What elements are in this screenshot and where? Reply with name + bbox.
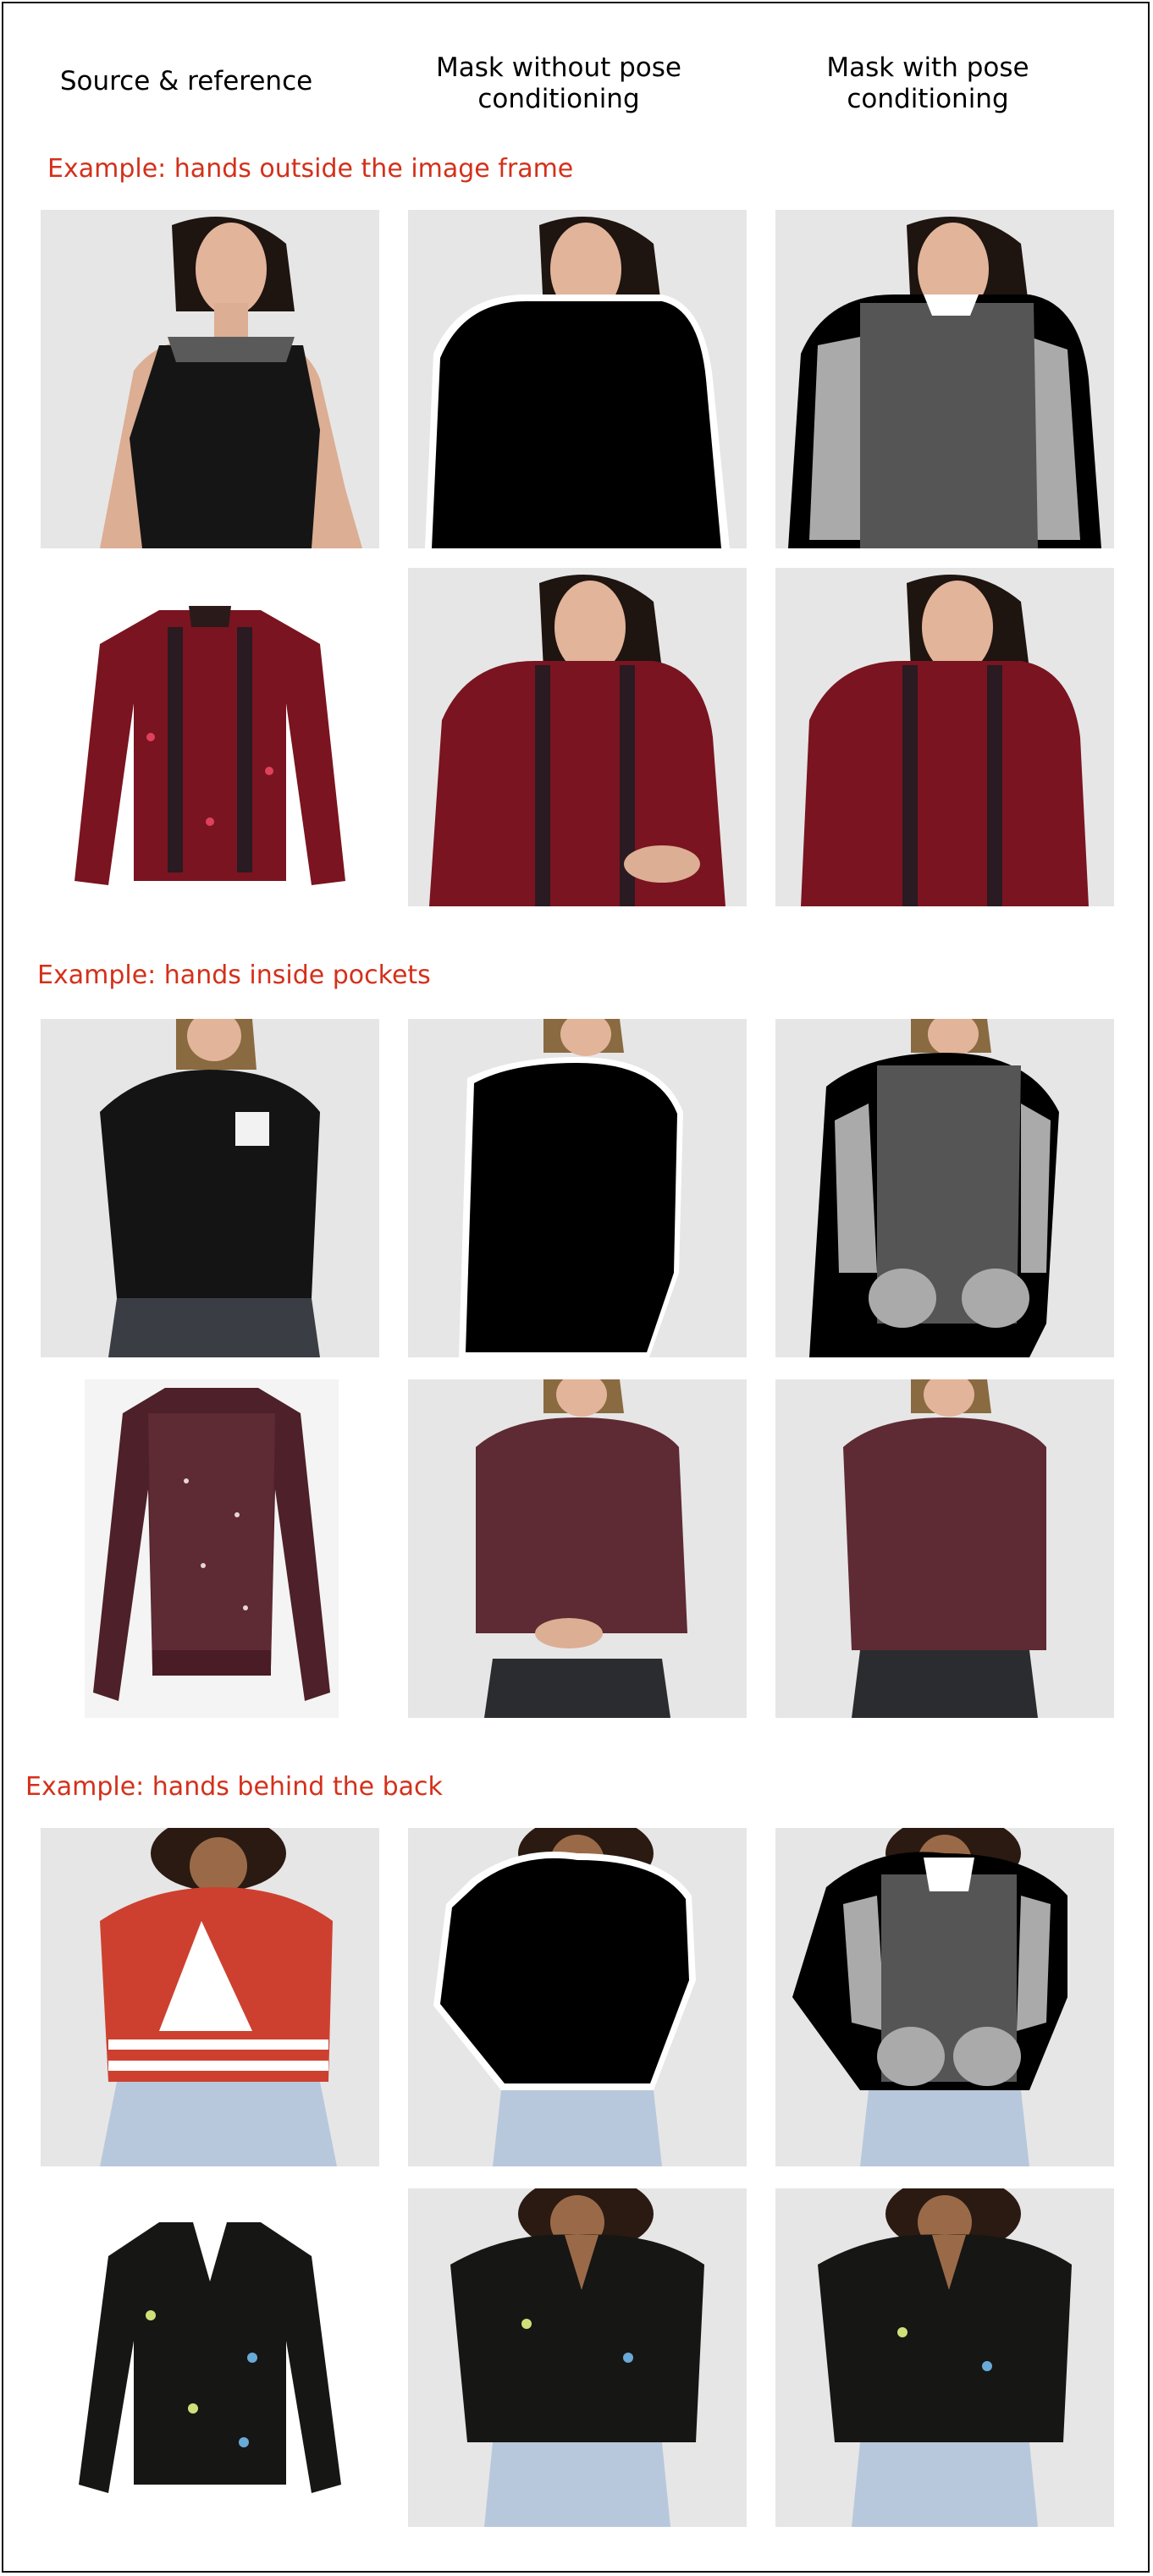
ex3-reference-garment — [41, 2188, 379, 2527]
column-header-source: Source & reference — [59, 66, 313, 96]
ex1-result-with-pose — [775, 568, 1114, 906]
ex1-result-without-pose — [408, 568, 747, 906]
figure-frame: Source & reference Mask without pose con… — [2, 2, 1150, 2573]
section-title-hands-outside: Example: hands outside the image frame — [47, 154, 574, 184]
ex1-mask-with-pose — [775, 210, 1114, 548]
ex3-result-without-pose — [408, 2188, 747, 2527]
ex1-source-photo — [41, 210, 379, 548]
ex2-result-without-pose — [408, 1379, 747, 1718]
ex2-mask-with-pose — [775, 1019, 1114, 1357]
ex2-source-photo — [41, 1019, 379, 1357]
ex2-result-with-pose — [775, 1379, 1114, 1718]
ex1-reference-garment — [41, 568, 379, 906]
ex3-mask-with-pose — [775, 1828, 1114, 2166]
column-header-mask-with-pose: Mask with pose conditioning — [826, 52, 1029, 114]
ex3-source-photo — [41, 1828, 379, 2166]
ex3-mask-without-pose — [408, 1828, 747, 2166]
ex2-mask-without-pose — [408, 1019, 747, 1357]
ex1-mask-without-pose — [408, 210, 747, 548]
section-title-hands-behind-back: Example: hands behind the back — [25, 1772, 443, 1802]
ex3-result-with-pose — [775, 2188, 1114, 2527]
column-header-mask-without-pose: Mask without pose conditioning — [436, 52, 681, 114]
ex2-reference-garment — [85, 1379, 339, 1718]
section-title-hands-in-pockets: Example: hands inside pockets — [37, 960, 431, 990]
